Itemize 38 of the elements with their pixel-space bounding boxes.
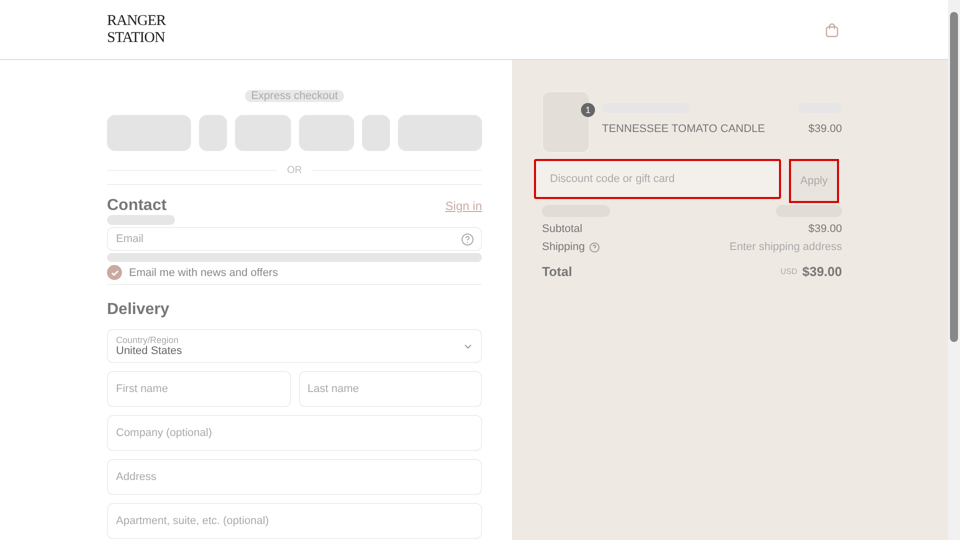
summary-value: Enter shipping address <box>729 241 842 253</box>
payment-button-placeholder[interactable] <box>198 115 227 151</box>
payment-button-placeholder[interactable] <box>298 115 354 151</box>
payment-button-placeholder[interactable] <box>234 115 290 151</box>
summary-label: Subtotal <box>542 223 582 235</box>
delivery-heading: Delivery <box>107 301 170 319</box>
text-input-field[interactable]: Apartment, suite, etc. (optional) <box>107 503 482 539</box>
summary-label: Shipping <box>542 241 585 253</box>
text-input-field[interactable]: Company (optional) <box>107 415 482 451</box>
payment-button-placeholder[interactable] <box>362 115 390 151</box>
product-image-placeholder <box>542 91 590 153</box>
product-name: TENNESSEE TOMATO CANDLE <box>602 123 766 135</box>
newsletter-label: Email me with news and offers <box>129 266 278 278</box>
country-select[interactable]: Country/Region United States <box>107 329 482 363</box>
help-icon[interactable] <box>461 233 474 246</box>
product-price: $39.00 <box>808 123 842 135</box>
currency-code: USD <box>780 267 798 276</box>
email-field[interactable]: Email <box>107 227 482 251</box>
text-input-field[interactable]: First name <box>107 371 290 407</box>
total-amount: $39.00 <box>802 264 842 279</box>
total-label: Total <box>542 264 572 279</box>
or-divider-label: OR <box>287 165 302 176</box>
discount-code-field[interactable]: Discount code or gift card <box>534 159 781 199</box>
scrollbar[interactable] <box>948 0 960 540</box>
loading-bar <box>107 215 175 225</box>
text-input-field[interactable]: Address <box>107 459 482 495</box>
store-logo[interactable]: RANGER STATION <box>107 12 166 46</box>
help-icon[interactable] <box>588 242 600 252</box>
checkmark-icon <box>110 268 120 278</box>
newsletter-checkbox[interactable] <box>107 265 122 280</box>
express-checkout-label: Express checkout <box>245 90 344 102</box>
summary-value: $39.00 <box>808 223 842 235</box>
quantity-badge: 1 <box>581 103 595 117</box>
payment-button-placeholder[interactable] <box>398 115 482 151</box>
shopping-bag-icon[interactable] <box>824 22 840 38</box>
contact-heading: Contact <box>107 197 167 215</box>
payment-button-placeholder[interactable] <box>107 115 191 151</box>
text-input-field[interactable]: Last name <box>298 371 482 407</box>
